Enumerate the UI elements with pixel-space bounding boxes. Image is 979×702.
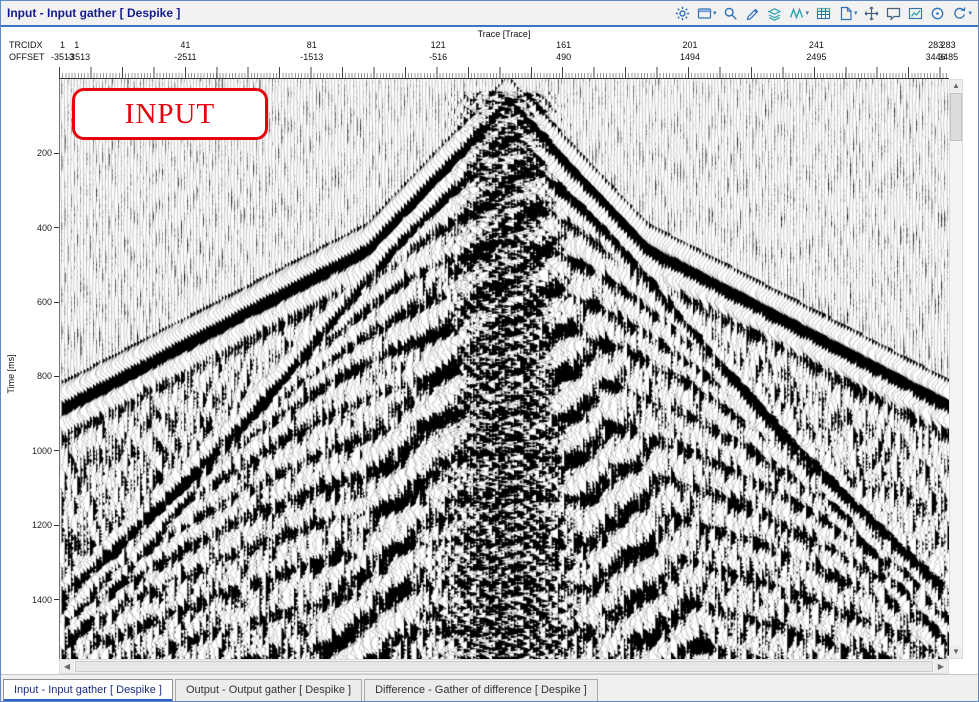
- horizontal-scroll-thumb[interactable]: [75, 661, 933, 672]
- scroll-up-icon[interactable]: ▲: [950, 80, 962, 92]
- time-tick: 200: [37, 148, 59, 158]
- seismic-plot[interactable]: [60, 79, 949, 659]
- window-title: Input - Input gather [ Despike ]: [7, 6, 180, 20]
- vertical-scrollbar[interactable]: ▲ ▼: [949, 79, 963, 659]
- crosshair-move-icon[interactable]: [864, 5, 879, 21]
- offset-tick-label: 490: [556, 52, 571, 62]
- seismic-plot-area: INPUT: [59, 79, 949, 659]
- app-window: Input - Input gather [ Despike ] ▾ ▾: [0, 0, 979, 702]
- display-options-icon[interactable]: ▾: [697, 5, 717, 21]
- trcidx-tick-label: 283: [941, 40, 956, 50]
- time-ticks: 200 400 600 800 1000 1200 1400: [1, 79, 59, 659]
- offset-tick-label: -516: [429, 52, 447, 62]
- scroll-left-icon[interactable]: ◀: [60, 660, 74, 673]
- offset-tick-label: 2495: [806, 52, 826, 62]
- trcidx-row: TRCIDX 114181121161201241283283: [1, 40, 978, 52]
- time-tick: 1400: [32, 595, 59, 605]
- trcidx-tick-label: 121: [431, 40, 446, 50]
- spreadsheet-icon[interactable]: [816, 5, 831, 21]
- time-axis: Time [ms] 200400600800100012001400: [1, 79, 59, 659]
- trcidx-ticks: 114181121161201241283283: [59, 40, 949, 52]
- chevron-down-icon[interactable]: ▾: [968, 9, 972, 17]
- trcidx-tick-label: 1: [60, 40, 65, 50]
- tab-difference-gather[interactable]: Difference - Gather of difference [ Desp…: [364, 679, 598, 701]
- offset-row: OFFSET -3513-3513-2511-1513-516490149424…: [1, 52, 978, 64]
- trace-axis-title: Trace [Trace]: [59, 29, 949, 39]
- rotate-view-icon[interactable]: ▾: [952, 5, 972, 21]
- trcidx-tick-label: 81: [307, 40, 317, 50]
- offset-ticks: -3513-3513-2511-1513-5164901494249534463…: [59, 52, 949, 64]
- right-margin: [963, 79, 978, 659]
- main-content: Time [ms] 200400600800100012001400 INPUT…: [1, 79, 978, 674]
- tab-output-gather[interactable]: Output - Output gather [ Despike ]: [175, 679, 362, 701]
- tab-input-gather[interactable]: Input - Input gather [ Despike ]: [3, 679, 173, 701]
- trace-ruler: [59, 65, 949, 79]
- time-tick: 800: [37, 371, 59, 381]
- offset-row-label: OFFSET: [9, 52, 45, 62]
- offset-tick-label: 3485: [938, 52, 958, 62]
- trcidx-tick-label: 161: [556, 40, 571, 50]
- trcidx-tick-label: 201: [682, 40, 697, 50]
- scroll-down-icon[interactable]: ▼: [950, 646, 962, 658]
- time-tick: 1200: [32, 520, 59, 530]
- comment-icon[interactable]: [886, 5, 901, 21]
- tab-bar: Input - Input gather [ Despike ]Output -…: [1, 674, 978, 701]
- trcidx-row-label: TRCIDX: [9, 40, 43, 50]
- offset-tick-label: 1494: [680, 52, 700, 62]
- vertical-scroll-thumb[interactable]: [950, 93, 962, 141]
- gear-icon[interactable]: [675, 5, 690, 21]
- top-axes-header: Trace [Trace] TRCIDX 11 41 81 121 161 201 241 2…: [1, 27, 978, 79]
- scroll-right-icon[interactable]: ▶: [934, 660, 948, 673]
- time-tick: 1000: [32, 446, 59, 456]
- export-document-icon[interactable]: ▾: [838, 5, 858, 21]
- pick-pen-icon[interactable]: [745, 5, 760, 21]
- offset-tick-label: -3513: [67, 52, 90, 62]
- input-annotation-label: INPUT: [125, 98, 215, 131]
- horizontal-scrollbar[interactable]: ◀ ▶: [59, 659, 949, 674]
- trcidx-tick-label: 41: [180, 40, 190, 50]
- trcidx-tick-label: 241: [809, 40, 824, 50]
- layers-icon[interactable]: [767, 5, 782, 21]
- trcidx-tick-label: 1: [74, 40, 79, 50]
- input-annotation: INPUT: [72, 88, 268, 140]
- offset-tick-label: -1513: [300, 52, 323, 62]
- chevron-down-icon[interactable]: ▾: [805, 9, 809, 17]
- toolbar: ▾ ▾ ▾: [675, 5, 972, 21]
- wiggle-spectrum-icon[interactable]: ▾: [789, 5, 809, 21]
- offset-tick-label: -2511: [174, 52, 196, 62]
- snapshot-frame-icon[interactable]: [908, 5, 923, 21]
- title-bar: Input - Input gather [ Despike ] ▾ ▾: [1, 1, 978, 27]
- chevron-down-icon[interactable]: ▾: [713, 9, 717, 17]
- zoom-actual-icon[interactable]: [930, 5, 945, 21]
- zoom-icon[interactable]: [723, 5, 738, 21]
- chevron-down-icon[interactable]: ▾: [854, 9, 858, 17]
- time-tick: 600: [37, 297, 59, 307]
- time-tick: 400: [37, 223, 59, 233]
